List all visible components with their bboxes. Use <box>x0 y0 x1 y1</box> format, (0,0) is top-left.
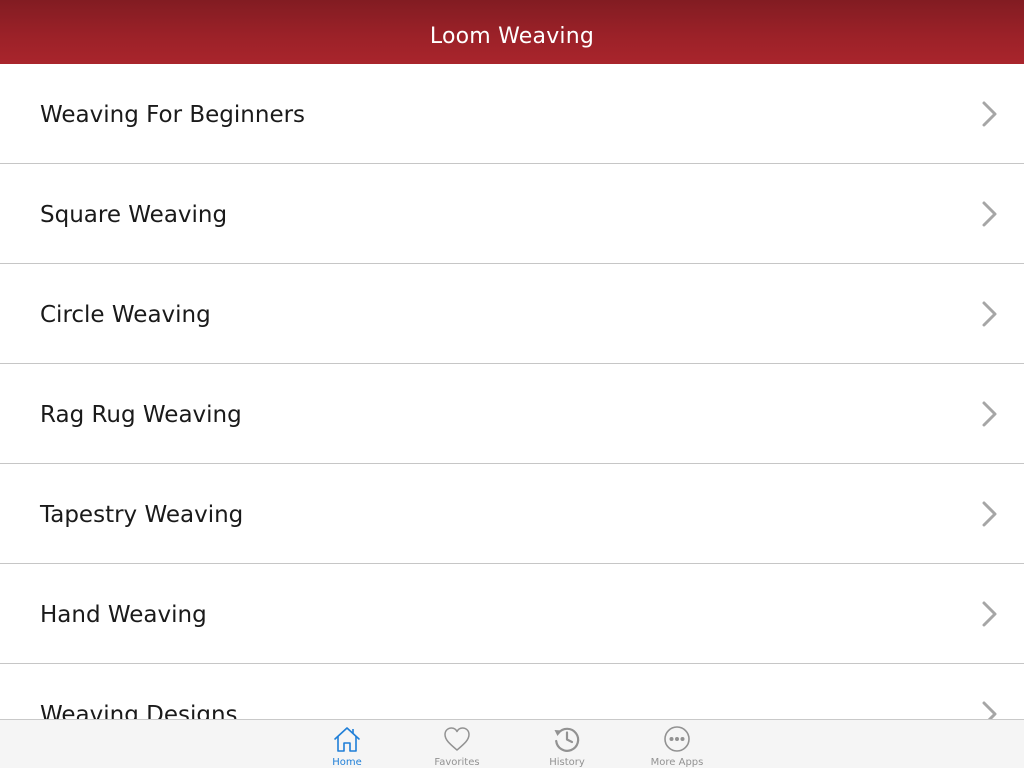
list-item[interactable]: Weaving Designs <box>0 664 1024 719</box>
more-icon <box>664 726 690 752</box>
list-item-label: Hand Weaving <box>40 602 207 628</box>
tab-label: Favorites <box>434 757 480 768</box>
tab-label: More Apps <box>650 757 704 768</box>
list-item[interactable]: Square Weaving <box>0 164 1024 264</box>
list-item-label: Circle Weaving <box>40 302 211 328</box>
navigation-bar: Loom Weaving <box>0 0 1024 64</box>
chevron-right-icon <box>982 201 997 227</box>
chevron-right-icon <box>982 701 997 719</box>
app-window: Loom Weaving Weaving For Beginners Squar… <box>0 0 1024 768</box>
list-item-label: Square Weaving <box>40 202 228 228</box>
chevron-right-icon <box>982 601 997 627</box>
history-icon <box>554 727 580 752</box>
page-title: Loom Weaving <box>429 23 595 49</box>
tab-home[interactable]: Home <box>302 720 392 768</box>
tab-label: History <box>549 757 585 768</box>
list-item-label: Tapestry Weaving <box>40 502 244 528</box>
list-item-label: Weaving For Beginners <box>40 102 306 128</box>
tab-more-apps[interactable]: More Apps <box>632 720 722 768</box>
list-item-label: Weaving Designs <box>40 702 238 719</box>
tab-bar: Home Favorites History More Apps <box>0 719 1024 768</box>
home-icon <box>334 727 360 752</box>
chevron-right-icon <box>982 301 997 327</box>
chevron-right-icon <box>982 501 997 527</box>
list-item[interactable]: Tapestry Weaving <box>0 464 1024 564</box>
list-item[interactable]: Weaving For Beginners <box>0 64 1024 164</box>
topic-list[interactable]: Weaving For Beginners Square Weaving Cir… <box>0 64 1024 719</box>
list-item[interactable]: Circle Weaving <box>0 264 1024 364</box>
chevron-right-icon <box>982 401 997 427</box>
tab-history[interactable]: History <box>522 720 612 768</box>
tab-favorites[interactable]: Favorites <box>412 720 502 768</box>
list-item[interactable]: Hand Weaving <box>0 564 1024 664</box>
tab-label: Home <box>332 757 362 768</box>
heart-icon <box>444 727 470 751</box>
chevron-right-icon <box>982 101 997 127</box>
list-item[interactable]: Rag Rug Weaving <box>0 364 1024 464</box>
list-item-label: Rag Rug Weaving <box>40 402 242 428</box>
